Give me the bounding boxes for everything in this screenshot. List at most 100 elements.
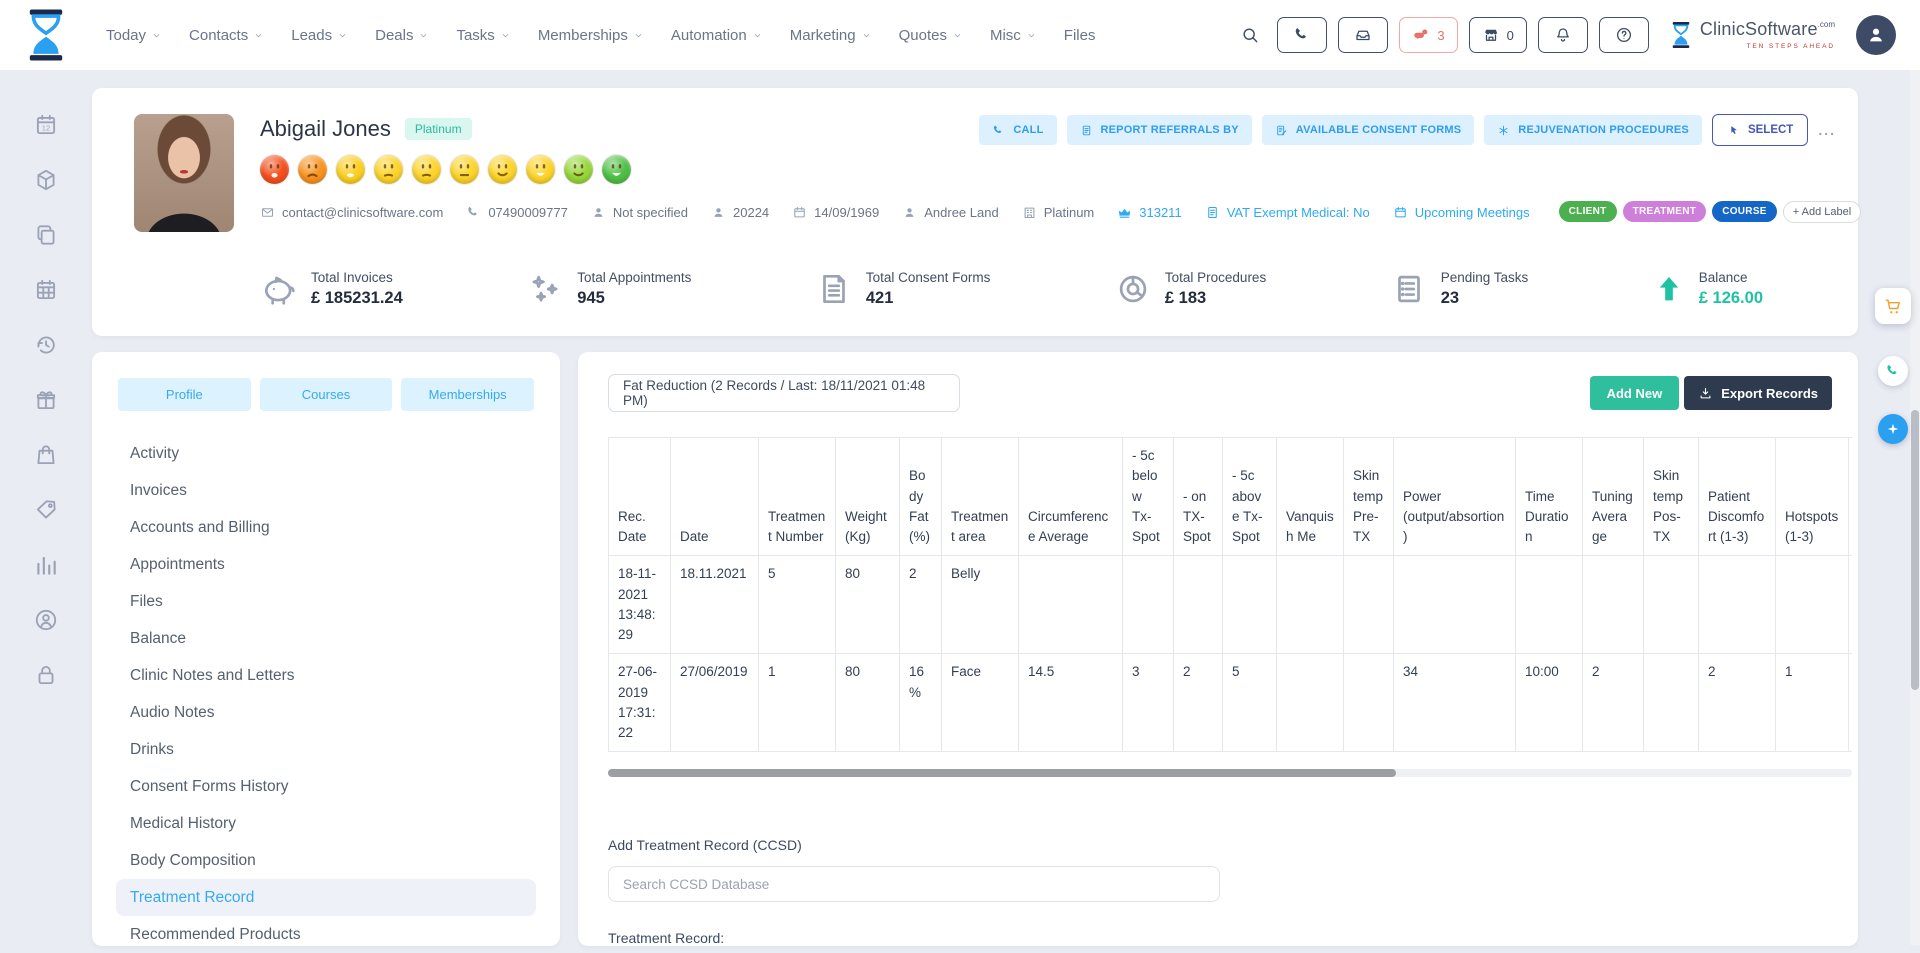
sidebar-item-medical-history[interactable]: Medical History: [116, 805, 536, 842]
help-button[interactable]: [1599, 17, 1649, 53]
export-records-button[interactable]: Export Records: [1684, 376, 1832, 410]
sidebar-item-recommended-products[interactable]: Recommended Products: [116, 916, 536, 953]
person-icon: [1865, 24, 1887, 46]
nav-memberships[interactable]: Memberships: [538, 27, 644, 44]
rail-history-icon[interactable]: [33, 332, 59, 358]
table-cell: 14.5: [1019, 654, 1123, 752]
tab-profile[interactable]: Profile: [118, 378, 251, 411]
table-cell: [1644, 654, 1699, 752]
report-referrals-by-button[interactable]: REPORT REFERRALS BY: [1067, 115, 1252, 145]
rail-calendar-date-icon[interactable]: 12: [33, 112, 59, 138]
rail-cube-icon[interactable]: [33, 167, 59, 193]
table-cell: 2: [1174, 654, 1223, 752]
rail-gift-icon[interactable]: [33, 387, 59, 413]
table-cell: [1583, 556, 1644, 654]
contact-upcoming-meetings[interactable]: Upcoming Meetings: [1393, 205, 1530, 220]
table-cell: [1277, 654, 1344, 752]
sidebar-item-consent-forms-history[interactable]: Consent Forms History: [116, 768, 536, 805]
phone-call-button[interactable]: [1277, 17, 1327, 53]
sidebar-item-clinic-notes-and-letters[interactable]: Clinic Notes and Letters: [116, 657, 536, 694]
label-course: COURSE: [1712, 201, 1777, 222]
ccsd-search-input[interactable]: [608, 866, 1220, 902]
rail-shopping-bag-icon[interactable]: [33, 442, 59, 468]
sidebar-item-accounts-and-billing[interactable]: Accounts and Billing: [116, 509, 536, 546]
store-button[interactable]: 0: [1469, 17, 1527, 53]
table-cell: 18.11.2021: [671, 556, 759, 654]
sidebar-item-audio-notes[interactable]: Audio Notes: [116, 694, 536, 731]
mood-face-8-icon[interactable]: [526, 155, 555, 184]
contact-vat-exempt-medical-no[interactable]: VAT Exempt Medical: No: [1205, 205, 1370, 220]
mood-face-3-icon[interactable]: [336, 155, 365, 184]
rejuvenation-procedures-button[interactable]: REJUVENATION PROCEDURES: [1484, 115, 1702, 145]
contact-14-09-1969: 14/09/1969: [792, 205, 879, 220]
contact-313211[interactable]: 313211: [1117, 205, 1181, 220]
rail-bar-chart-icon[interactable]: [33, 552, 59, 578]
brand-logo: ClinicSoftware.com TEN STEPS AHEAD: [1670, 20, 1835, 50]
nav-deals[interactable]: Deals: [375, 27, 429, 44]
call-button[interactable]: CALL: [979, 115, 1056, 145]
tab-courses[interactable]: Courses: [260, 378, 393, 411]
select-button[interactable]: SELECT: [1712, 114, 1808, 146]
search-icon[interactable]: [1240, 25, 1260, 45]
table-row[interactable]: 27-06-2019 17:31:2227/06/201918016%Face1…: [609, 654, 1853, 752]
page-scrollbar-thumb[interactable]: [1911, 410, 1919, 690]
sidebar-item-invoices[interactable]: Invoices: [116, 472, 536, 509]
contact-07490009777[interactable]: 07490009777: [466, 205, 568, 220]
nav-contacts[interactable]: Contacts: [189, 27, 264, 44]
more-actions-button[interactable]: ...: [1818, 122, 1836, 138]
mood-face-4-icon[interactable]: [374, 155, 403, 184]
nav-tasks[interactable]: Tasks: [456, 27, 510, 44]
chat-button[interactable]: 3: [1399, 17, 1457, 53]
mood-face-10-icon[interactable]: [602, 155, 631, 184]
chevron-down-icon: [151, 30, 162, 41]
rail-price-tag-icon[interactable]: [33, 497, 59, 523]
sidebar-item-body-composition[interactable]: Body Composition: [116, 842, 536, 879]
tab-memberships[interactable]: Memberships: [401, 378, 534, 411]
table-row[interactable]: 18-11-2021 13:48:2918.11.20215802Belly: [609, 556, 1853, 654]
sidebar-item-appointments[interactable]: Appointments: [116, 546, 536, 583]
cart-fab[interactable]: [1875, 288, 1911, 324]
nav-marketing[interactable]: Marketing: [790, 27, 872, 44]
mood-face-6-icon[interactable]: [450, 155, 479, 184]
record-type-select[interactable]: Fat Reduction (2 Records / Last: 18/11/2…: [608, 374, 960, 412]
rail-copy-icon[interactable]: [33, 222, 59, 248]
mood-face-7-icon[interactable]: [488, 155, 517, 184]
phone-icon: [1885, 363, 1901, 379]
mood-face-2-icon[interactable]: [298, 155, 327, 184]
sidebar-item-balance[interactable]: Balance: [116, 620, 536, 657]
col-blank: [1849, 438, 1853, 556]
contact-contact-clinicsoftware-com[interactable]: contact@clinicsoftware.com: [260, 205, 443, 220]
rail-lock-icon[interactable]: [33, 662, 59, 688]
inbox-button[interactable]: [1338, 17, 1388, 53]
nav-automation[interactable]: Automation: [671, 27, 763, 44]
left-rail: 12: [0, 70, 92, 945]
sidebar-item-drinks[interactable]: Drinks: [116, 731, 536, 768]
stat-balance: Balance£ 126.00: [1652, 270, 1763, 308]
rail-calendar-grid-icon[interactable]: [33, 277, 59, 303]
sidebar-item-activity[interactable]: Activity: [116, 435, 536, 472]
table-cell: 27-06-2019 17:31:22: [609, 654, 671, 752]
add-label-button[interactable]: + Add Label: [1783, 201, 1861, 223]
app-logo[interactable]: [0, 8, 92, 62]
rail-user-badge-icon[interactable]: [33, 607, 59, 633]
nav-leads[interactable]: Leads: [291, 27, 348, 44]
mood-face-9-icon[interactable]: [564, 155, 593, 184]
table-scrollbar-thumb[interactable]: [608, 769, 1396, 777]
sidebar-item-files[interactable]: Files: [116, 583, 536, 620]
assistant-fab[interactable]: [1878, 414, 1908, 444]
nav-quotes[interactable]: Quotes: [899, 27, 963, 44]
treatment-table: Rec. DateDateTreatment NumberWeight (Kg)…: [608, 437, 1852, 752]
mood-face-1-icon[interactable]: [260, 155, 289, 184]
notifications-button[interactable]: [1538, 17, 1588, 53]
phone-icon: [1293, 26, 1311, 44]
add-new-button[interactable]: Add New: [1590, 376, 1680, 410]
mood-face-5-icon[interactable]: [412, 155, 441, 184]
nav-misc[interactable]: Misc: [990, 27, 1037, 44]
user-avatar[interactable]: [1856, 15, 1896, 55]
nav-files[interactable]: Files: [1064, 27, 1096, 44]
nav-today[interactable]: Today: [106, 27, 162, 44]
sidebar-item-treatment-record[interactable]: Treatment Record: [116, 879, 536, 916]
available-consent-forms-button[interactable]: AVAILABLE CONSENT FORMS: [1262, 115, 1475, 145]
call-fab[interactable]: [1878, 356, 1908, 386]
col-hotspots-1-3: Hotspots (1-3): [1776, 438, 1849, 556]
